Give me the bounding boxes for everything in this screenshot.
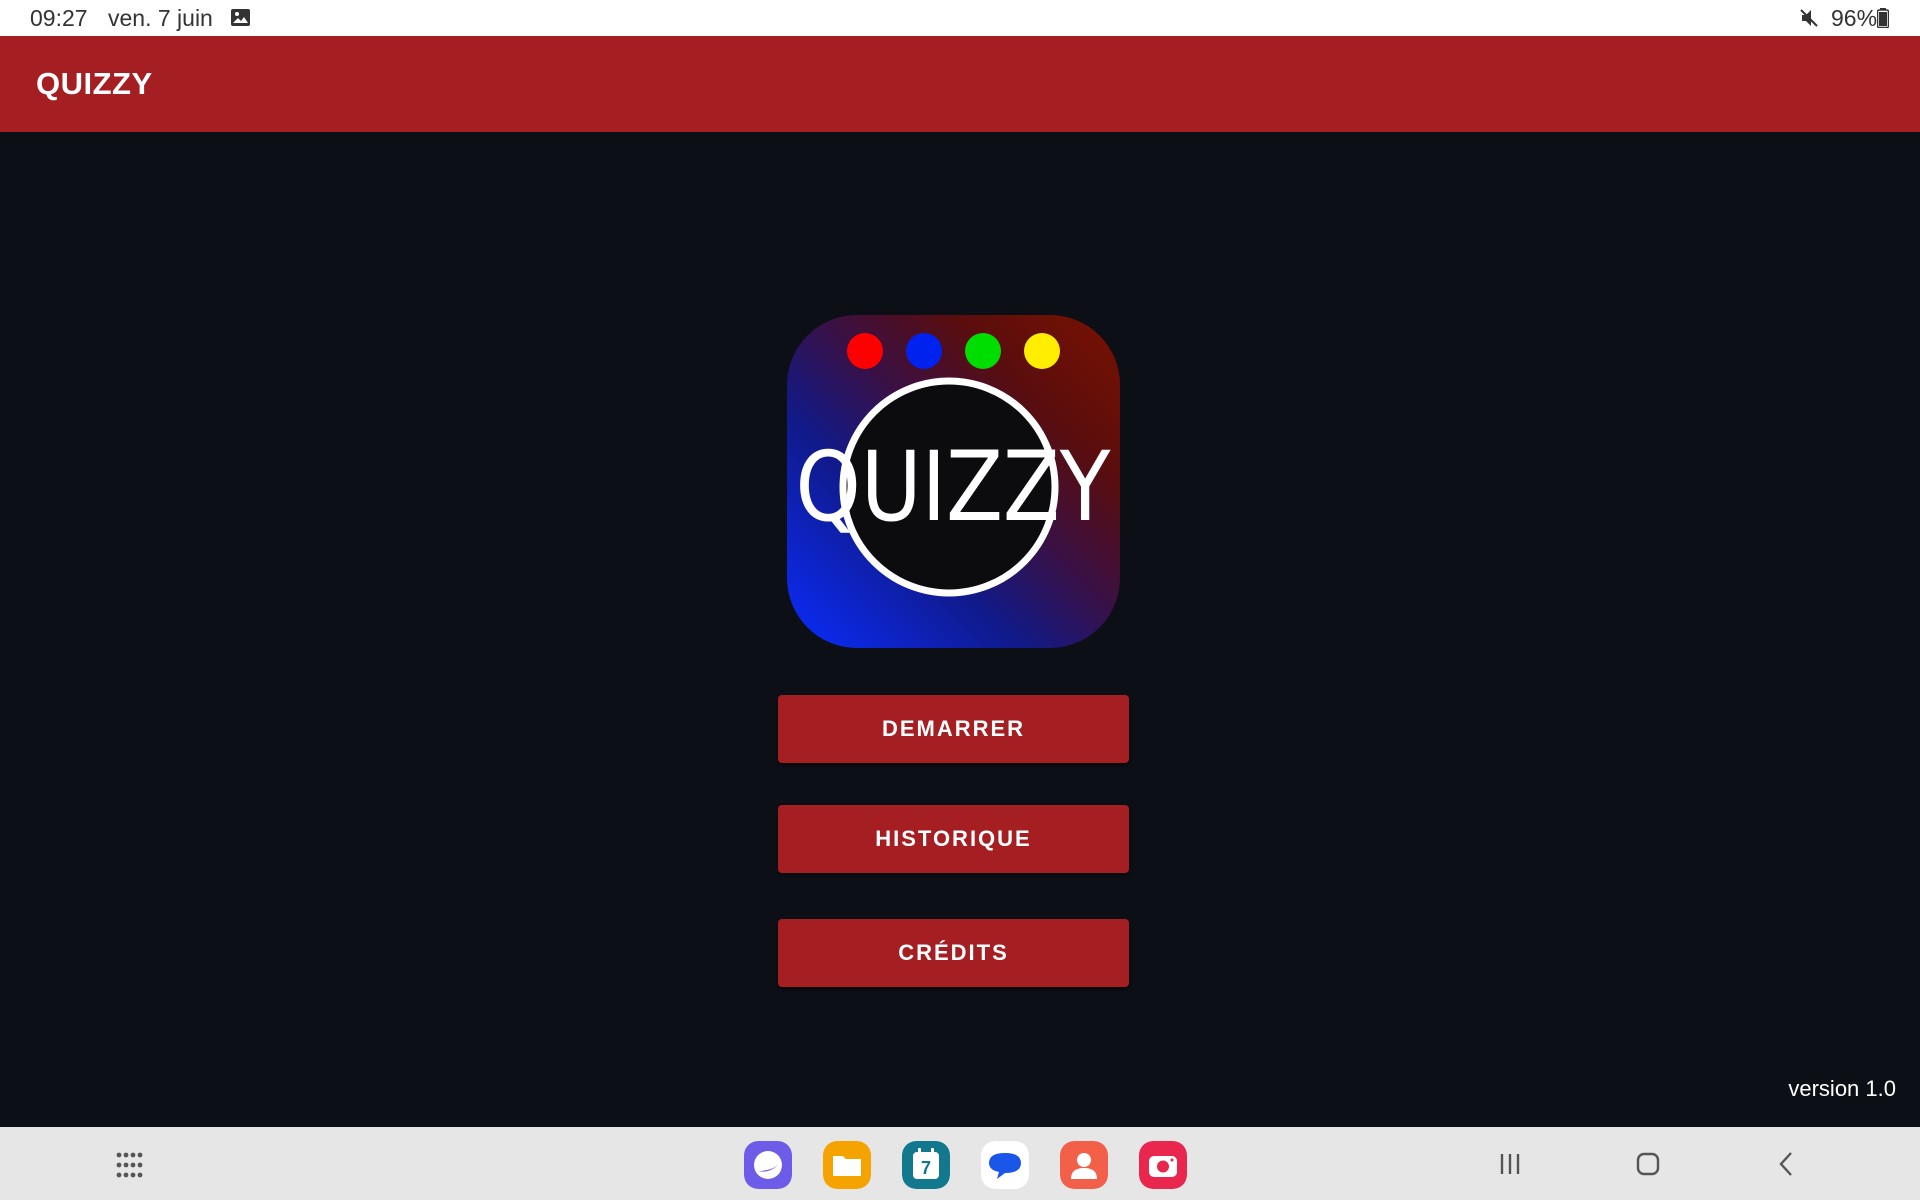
files-app-icon[interactable] xyxy=(823,1141,871,1189)
logo-dot-yellow xyxy=(1024,333,1060,369)
taskbar: 7 xyxy=(0,1127,1920,1200)
start-button[interactable]: DEMARRER xyxy=(778,695,1129,763)
status-date: ven. 7 juin xyxy=(108,5,213,31)
app-bar: QUIZZY xyxy=(0,36,1920,132)
apps-grid-icon[interactable] xyxy=(115,1151,143,1179)
back-icon[interactable] xyxy=(1771,1148,1803,1180)
app-title: QUIZZY xyxy=(36,66,153,101)
version-label: version 1.0 xyxy=(1788,1076,1896,1101)
battery-icon xyxy=(1877,8,1889,28)
calendar-day: 7 xyxy=(921,1158,931,1178)
status-time: 09:27 xyxy=(30,5,88,31)
recent-apps-icon[interactable] xyxy=(1494,1148,1526,1180)
messages-app-icon[interactable] xyxy=(981,1141,1029,1189)
quizzy-logo: QUIZZY xyxy=(787,315,1120,648)
contacts-app-icon[interactable] xyxy=(1060,1141,1108,1189)
battery-level: 96% xyxy=(1831,5,1878,31)
camera-app-icon[interactable] xyxy=(1139,1141,1187,1189)
logo-text: QUIZZY xyxy=(796,431,1111,543)
logo-dot-red xyxy=(847,333,883,369)
logo-dot-green xyxy=(965,333,1001,369)
mute-icon xyxy=(1800,9,1818,27)
calendar-app-icon[interactable]: 7 xyxy=(902,1141,950,1189)
logo-dot-blue xyxy=(906,333,942,369)
internet-app-icon[interactable] xyxy=(744,1141,792,1189)
credits-button[interactable]: CRÉDITS xyxy=(778,919,1129,987)
history-button[interactable]: HISTORIQUE xyxy=(778,805,1129,873)
image-notification-icon xyxy=(231,9,250,26)
home-icon[interactable] xyxy=(1632,1148,1664,1180)
status-bar: 09:27 ven. 7 juin 96% xyxy=(0,0,1920,36)
